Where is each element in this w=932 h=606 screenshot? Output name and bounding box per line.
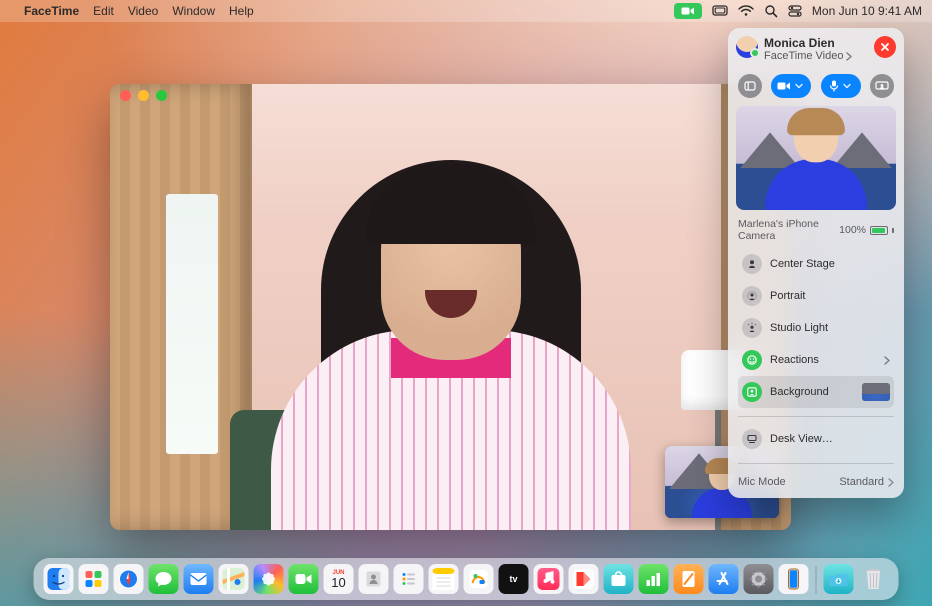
battery-pct: 100% [839,224,866,236]
option-studio-light[interactable]: Studio Light [738,312,894,344]
chevron-right-icon [888,478,894,487]
menubar: FaceTime Edit Video Window Help Mon Jun … [0,0,932,22]
share-screen-button[interactable] [870,74,894,98]
desk-view-icon [742,429,762,449]
background-icon [742,382,762,402]
option-background[interactable]: Background [738,376,894,408]
calendar-day: 10 [331,576,345,589]
reactions-icon [742,350,762,370]
option-reactions[interactable]: Reactions [738,344,894,376]
window-titlebar [110,84,791,106]
dock-app-iphone-mirroring[interactable] [779,564,809,594]
menubar-clock[interactable]: Mon Jun 10 9:41 AM [812,4,922,18]
dock-app-mail[interactable] [184,564,214,594]
mic-mode-label: Mic Mode [738,476,786,488]
call-type-row: FaceTime Video [764,50,852,62]
dock-app-contacts[interactable] [359,564,389,594]
dock-trash[interactable] [859,564,889,594]
option-label: Reactions [770,354,819,366]
window-close-button[interactable] [120,90,131,101]
background-thumbnail [862,383,890,401]
panel-self-preview [736,106,896,210]
camera-source-label: Marlena's iPhone Camera [738,218,839,242]
option-label: Studio Light [770,322,828,334]
panel-header[interactable]: Monica Dien FaceTime Video [728,28,904,70]
option-label: Desk View… [770,433,833,445]
studio-light-icon [742,318,762,338]
dock-app-settings[interactable] [744,564,774,594]
dock-app-finder[interactable] [44,564,74,594]
mic-mode-row[interactable]: Mic Mode Standard [728,468,904,498]
divider [738,463,894,464]
dock-app-music[interactable] [534,564,564,594]
window-minimize-button[interactable] [138,90,149,101]
option-center-stage[interactable]: Center Stage [738,248,894,280]
dock: JUN 10 tv [34,558,899,600]
dock-app-appstore[interactable] [709,564,739,594]
dock-separator [816,566,817,594]
menubar-item-video[interactable]: Video [128,4,158,18]
menubar-item-edit[interactable]: Edit [93,4,114,18]
option-desk-view[interactable]: Desk View… [738,423,894,455]
dock-app-notes[interactable] [429,564,459,594]
facetime-status-menubar-icon[interactable] [674,3,702,19]
screen-mirroring-menubar-icon[interactable] [712,5,728,17]
chevron-down-icon [795,82,803,90]
mic-mode-value: Standard [839,476,884,488]
dock-app-messages[interactable] [149,564,179,594]
chevron-down-icon [843,82,851,90]
call-type-label: FaceTime Video [764,50,843,62]
wifi-menubar-icon[interactable] [738,5,754,17]
dock-app-freeform[interactable] [464,564,494,594]
dock-app-calendar[interactable]: JUN 10 [324,564,354,594]
spotlight-menubar-icon[interactable] [764,4,778,18]
video-decor [166,194,218,454]
divider [738,416,894,417]
window-zoom-button[interactable] [156,90,167,101]
dock-app-maps[interactable] [219,564,249,594]
desktop: FaceTime Edit Video Window Help Mon Jun … [0,0,932,606]
facetime-window [110,84,791,530]
dock-app-pages[interactable] [674,564,704,594]
dock-app-safari[interactable] [114,564,144,594]
menubar-app-name[interactable]: FaceTime [24,4,79,18]
chevron-right-icon [884,356,890,365]
camera-section: Marlena's iPhone Camera 100% Center Stag… [728,210,904,412]
dock-app-launchpad[interactable] [79,564,109,594]
option-label: Portrait [770,290,805,302]
control-center-menubar-icon[interactable] [788,5,802,17]
microphone-icon [829,80,839,92]
option-label: Center Stage [770,258,835,270]
dock-downloads[interactable] [824,564,854,594]
remote-participant [241,110,661,530]
chevron-right-icon [846,52,852,61]
dock-app-numbers[interactable] [639,564,669,594]
presence-indicator [750,48,760,58]
dock-app-tv[interactable]: tv [499,564,529,594]
menubar-item-window[interactable]: Window [172,4,215,18]
dock-app-news[interactable] [569,564,599,594]
option-label: Background [770,386,829,398]
camera-battery: 100% [839,224,894,236]
menubar-item-help[interactable]: Help [229,4,254,18]
dock-app-appstore-alt[interactable] [604,564,634,594]
dock-app-reminders[interactable] [394,564,424,594]
portrait-icon [742,286,762,306]
dock-app-photos[interactable] [254,564,284,594]
option-portrait[interactable]: Portrait [738,280,894,312]
dock-app-facetime[interactable] [289,564,319,594]
end-call-button[interactable] [874,36,896,58]
microphone-toggle-button[interactable] [821,74,861,98]
center-stage-icon [742,254,762,274]
